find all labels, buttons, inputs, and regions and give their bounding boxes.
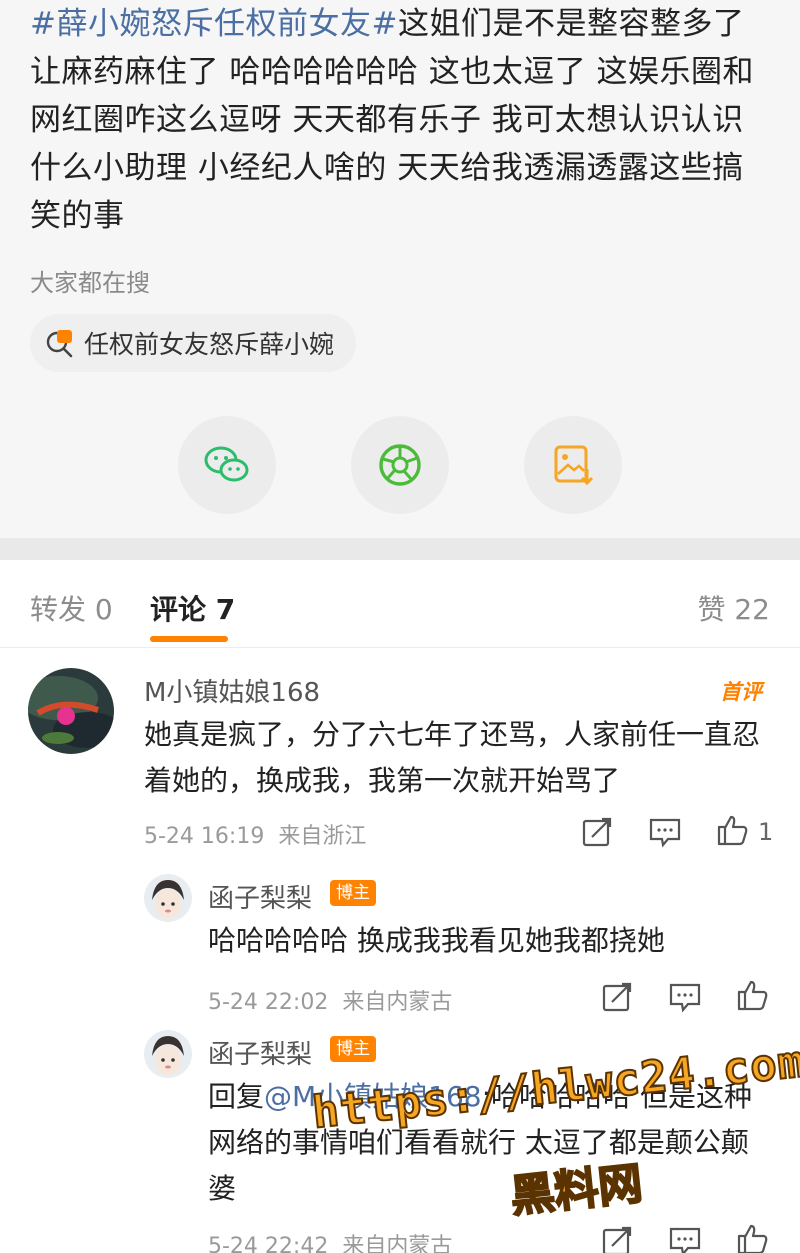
reply-meta: 5-24 22:02 来自内蒙古: [208, 984, 452, 1016]
first-comment-badge: 首评: [720, 680, 762, 704]
comment-icon: [649, 818, 681, 848]
save-image-button[interactable]: [524, 416, 622, 514]
reply-username[interactable]: 函子梨梨: [208, 878, 312, 915]
section-divider: [0, 538, 800, 560]
share-moments-button[interactable]: [351, 416, 449, 514]
comment-location: 来自浙江: [278, 824, 367, 849]
reply-button[interactable]: [668, 1224, 702, 1253]
comment-text: 她真是疯了，分了六七年了还骂，人家前任一直忍着她的，换成我，我第一次就开始骂了: [144, 718, 761, 797]
tab-comments[interactable]: 评论 7: [150, 588, 235, 628]
author-badge: 博主: [330, 1036, 376, 1062]
repost-icon: [582, 817, 612, 847]
share-row: [0, 416, 800, 516]
repost-button[interactable]: [600, 1224, 634, 1253]
share-wechat-button[interactable]: [178, 416, 276, 514]
like-count: 1: [758, 818, 774, 846]
thumbs-up-icon: [717, 815, 748, 846]
active-tab-indicator: [150, 636, 228, 642]
comment-username[interactable]: M小镇姑娘168: [144, 672, 320, 709]
comment-icon: [669, 983, 701, 1013]
like-button[interactable]: [736, 978, 770, 1012]
comment-time: 5-24 16:19: [144, 824, 265, 849]
reply-location: 来自内蒙古: [342, 1234, 453, 1253]
reply-location: 来自内蒙古: [342, 990, 453, 1015]
comments-list: M小镇姑娘168 首评 她真是疯了，分了六七年了还骂，人家前任一直忍着她的，换成…: [0, 648, 800, 1253]
thumbs-up-icon: [737, 1224, 768, 1253]
reply-mention[interactable]: @M小镇姑娘168: [264, 1080, 482, 1113]
like-button[interactable]: [716, 813, 750, 847]
wechat-icon: [204, 446, 249, 482]
reply-meta: 5-24 22:42 来自内蒙古: [208, 1228, 452, 1253]
moments-icon: [379, 444, 421, 486]
reply-username[interactable]: 函子梨梨: [208, 1034, 312, 1071]
repost-button[interactable]: [580, 815, 614, 849]
post-hashtag[interactable]: #薛小婉怒斥任权前女友#: [30, 6, 398, 42]
repost-button[interactable]: [600, 980, 634, 1014]
hot-search-query: 任权前女友怒斥薛小婉: [84, 330, 335, 359]
save-image-icon: [554, 445, 594, 486]
reply-button[interactable]: [648, 815, 682, 849]
reply-button[interactable]: [668, 980, 702, 1014]
tab-likes[interactable]: 赞 22: [697, 588, 770, 628]
like-button[interactable]: [736, 1222, 770, 1253]
avatar[interactable]: [144, 874, 192, 922]
repost-icon: [602, 982, 632, 1012]
author-badge: 博主: [330, 880, 376, 906]
search-hint-label: 大家都在搜: [30, 269, 150, 297]
thumbs-up-icon: [737, 980, 768, 1011]
reply-time: 5-24 22:02: [208, 990, 329, 1015]
avatar[interactable]: [28, 668, 114, 754]
reply-prefix: 回复: [208, 1080, 265, 1113]
reply-time: 5-24 22:42: [208, 1234, 329, 1253]
avatar[interactable]: [144, 1030, 192, 1078]
hot-search-chip[interactable]: 任权前女友怒斥薛小婉: [30, 314, 357, 372]
comment-icon: [669, 1227, 701, 1253]
post-text: #薛小婉怒斥任权前女友#这姐们是不是整容整多了让麻药麻住了 哈哈哈哈哈哈 这也太…: [30, 0, 775, 240]
hot-search-icon: [46, 330, 73, 358]
post-section: #薛小婉怒斥任权前女友#这姐们是不是整容整多了让麻药麻住了 哈哈哈哈哈哈 这也太…: [0, 0, 800, 538]
post-tabs: 转发 0 评论 7 赞 22: [0, 560, 800, 648]
reply-text: 回复@M小镇姑娘168:哈哈哈哈哈 但是这种网络的事情咱们看看就行 太逗了都是颠…: [208, 1074, 768, 1212]
repost-icon: [602, 1226, 632, 1253]
comment-meta: 5-24 16:19 来自浙江: [144, 818, 366, 850]
reply-text: 哈哈哈哈哈 换成我我看见她我都挠她: [208, 924, 665, 957]
tab-repost[interactable]: 转发 0: [30, 588, 113, 628]
